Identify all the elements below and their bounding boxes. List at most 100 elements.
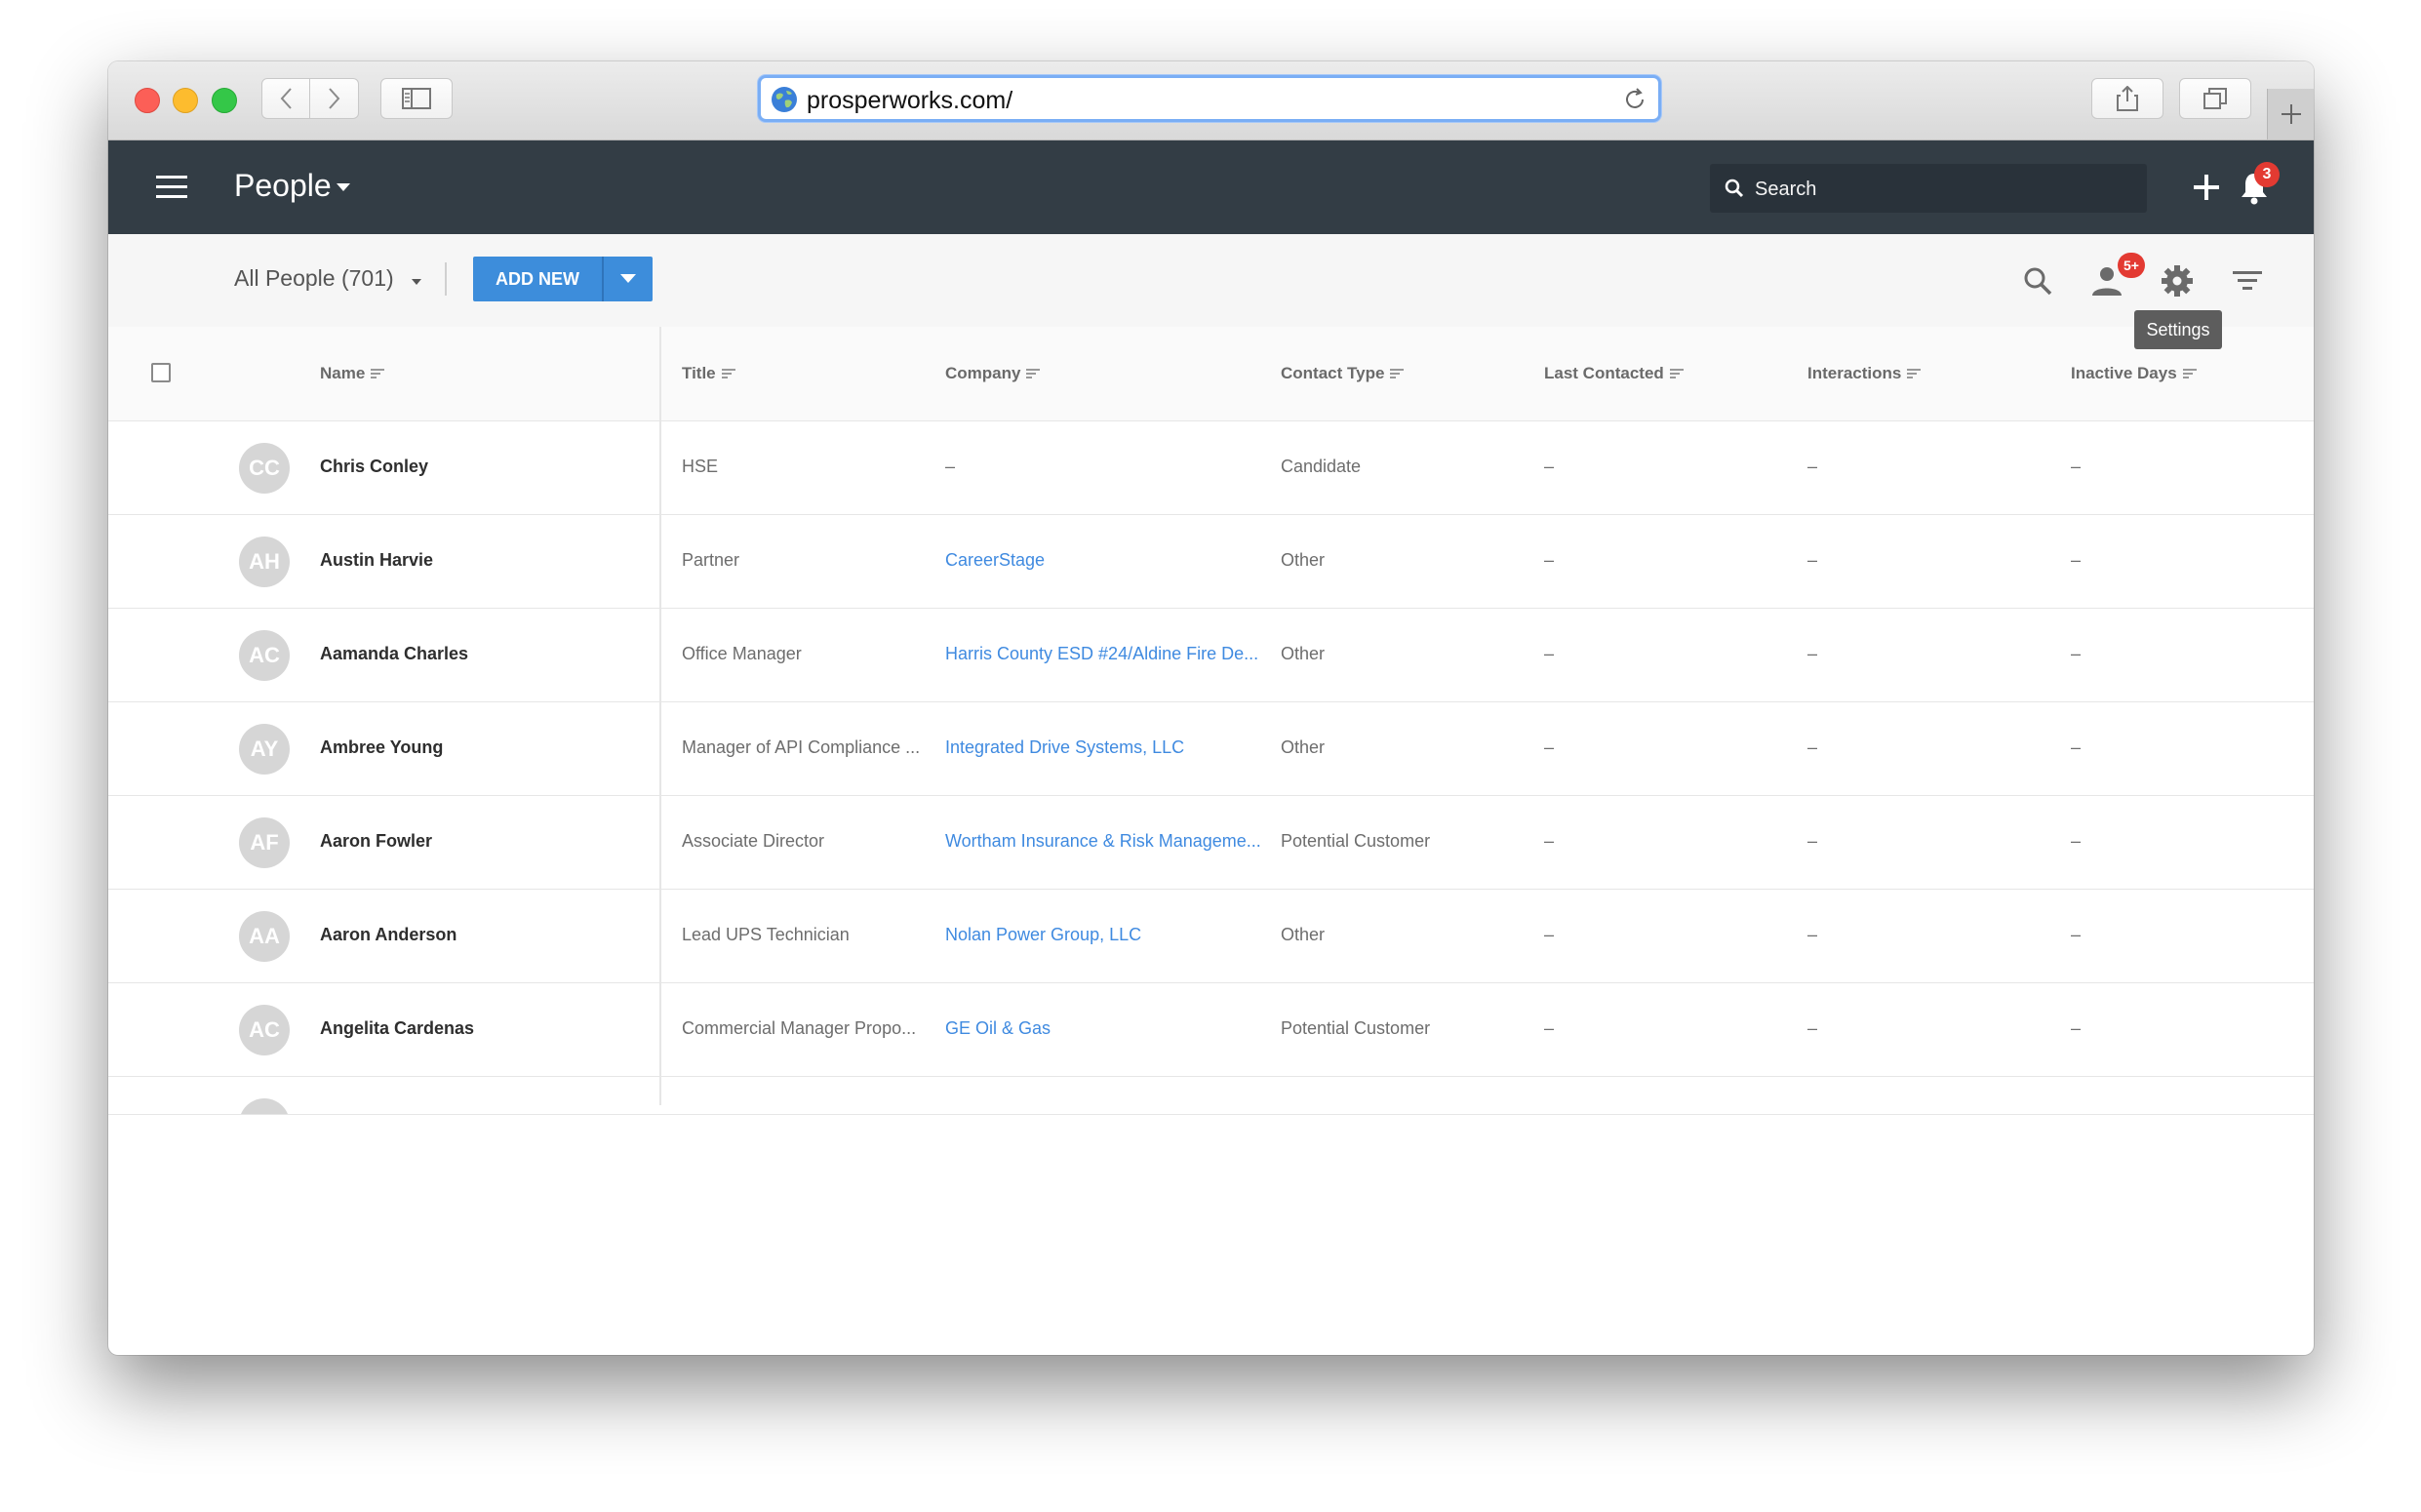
people-table: Name Title Company Contact Type Last Con… (108, 327, 2314, 1115)
sidebar-toggle-button[interactable] (380, 78, 453, 119)
table-row[interactable]: AC Angelita Cardenas Commercial Manager … (108, 983, 2314, 1077)
table-row[interactable]: AA Aaron Anderson Lead UPS Technician No… (108, 890, 2314, 983)
column-header-name[interactable]: Name (320, 364, 385, 383)
table-row[interactable]: CC Chris Conley HSE – Candidate – – – (108, 421, 2314, 515)
caret-down-icon (620, 274, 636, 283)
sidebar-icon (402, 88, 431, 109)
column-divider (659, 327, 661, 1105)
table-row[interactable]: AH Austin Harvie Partner CareerStage Oth… (108, 515, 2314, 609)
forward-button[interactable] (310, 78, 359, 119)
interactions: – (1807, 644, 1818, 663)
sort-icon (1669, 369, 1684, 378)
inactive-days: – (2071, 457, 2082, 476)
person-name[interactable]: Chris Conley (320, 457, 428, 477)
app-header: People 3 (108, 140, 2314, 234)
company-link[interactable]: Nolan Power Group, LLC (945, 925, 1141, 945)
last-contacted: – (1544, 1018, 1555, 1038)
person-name[interactable]: Austin Harvie (320, 550, 433, 571)
avatar: AA (239, 911, 290, 962)
menu-icon[interactable] (156, 173, 187, 202)
add-new-button[interactable]: ADD NEW (473, 257, 653, 301)
column-header-last-contacted[interactable]: Last Contacted (1544, 364, 1684, 383)
inactive-days: – (2071, 644, 2082, 663)
person-name[interactable]: Ambree Young (320, 737, 443, 758)
browser-toolbar: prosperworks.com/ (108, 61, 2314, 140)
inactive-days: – (2071, 1018, 2082, 1038)
zoom-window-button[interactable] (212, 88, 237, 113)
search-icon[interactable] (2020, 263, 2055, 298)
global-search[interactable] (1710, 164, 2147, 215)
sort-icon (1907, 369, 1922, 378)
address-bar[interactable]: prosperworks.com/ (758, 75, 1661, 122)
interactions: – (1807, 457, 1818, 476)
company-link[interactable]: GE Oil & Gas (945, 1018, 1051, 1039)
share-icon (2117, 86, 2138, 111)
contact-type: Other (1281, 550, 1326, 570)
sort-icon (1026, 369, 1041, 378)
list-toolbar: All People (701) ADD NEW 5+ (108, 234, 2314, 328)
person-title: HSE (682, 457, 719, 476)
share-button[interactable] (2091, 78, 2163, 119)
minimize-window-button[interactable] (173, 88, 198, 113)
column-header-inactive-days[interactable]: Inactive Days (2071, 364, 2197, 383)
sort-icon (721, 369, 735, 378)
person-name[interactable]: Angelita Cardenas (320, 1018, 474, 1039)
inactive-days: – (2071, 737, 2082, 757)
table-row-partial[interactable] (108, 1077, 2314, 1115)
company-link[interactable]: CareerStage (945, 550, 1045, 571)
person-title: Manager of API Compliance ... (682, 737, 921, 757)
select-all-checkbox[interactable] (151, 363, 171, 382)
table-row[interactable]: AC Aamanda Charles Office Manager Harris… (108, 609, 2314, 702)
caret-down-icon[interactable] (412, 279, 421, 286)
last-contacted: – (1544, 550, 1555, 570)
back-button[interactable] (261, 78, 310, 119)
last-contacted: – (1544, 644, 1555, 663)
tabs-icon (2203, 88, 2227, 109)
page-title[interactable]: People (234, 168, 332, 204)
sort-icon (1390, 369, 1405, 378)
show-tabs-button[interactable] (2179, 78, 2251, 119)
person-title: Partner (682, 550, 740, 570)
search-icon (1725, 179, 1744, 198)
column-header-company[interactable]: Company (945, 364, 1041, 383)
new-tab-button[interactable] (2267, 89, 2314, 139)
interactions: – (1807, 737, 1818, 757)
company-link[interactable]: Integrated Drive Systems, LLC (945, 737, 1184, 758)
search-input[interactable] (1753, 164, 2137, 215)
contact-type: Potential Customer (1281, 1018, 1431, 1038)
plus-icon (2282, 104, 2301, 124)
notification-badge: 3 (2254, 162, 2280, 187)
column-header-contact-type[interactable]: Contact Type (1281, 364, 1405, 383)
add-icon[interactable] (2191, 172, 2222, 203)
interactions: – (1807, 550, 1818, 570)
view-selector[interactable]: All People (701) (234, 265, 394, 292)
filter-icon[interactable] (2230, 263, 2265, 298)
inactive-days: – (2071, 831, 2082, 851)
table-header: Name Title Company Contact Type Last Con… (108, 327, 2314, 421)
person-name[interactable]: Aamanda Charles (320, 644, 468, 664)
gear-icon[interactable] (2160, 263, 2195, 298)
close-window-button[interactable] (135, 88, 160, 113)
table-row[interactable]: AF Aaron Fowler Associate Director Worth… (108, 796, 2314, 890)
table-row[interactable]: AY Ambree Young Manager of API Complianc… (108, 702, 2314, 796)
person-title: Associate Director (682, 831, 825, 851)
add-new-dropdown[interactable] (604, 257, 653, 301)
avatar: AC (239, 630, 290, 681)
interactions: – (1807, 925, 1818, 944)
toolbar-divider (445, 262, 447, 296)
avatar: CC (239, 443, 290, 494)
browser-window: prosperworks.com/ People 3 All People (7… (108, 61, 2314, 1355)
company-link[interactable]: Harris County ESD #24/Aldine Fire De... (945, 644, 1258, 664)
avatar (239, 1098, 290, 1114)
caret-down-icon[interactable] (337, 183, 350, 193)
column-header-interactions[interactable]: Interactions (1807, 364, 1922, 383)
add-new-label[interactable]: ADD NEW (473, 257, 602, 301)
person-name[interactable]: Aaron Anderson (320, 925, 456, 945)
column-header-title[interactable]: Title (682, 364, 735, 383)
reload-icon[interactable] (1621, 86, 1648, 113)
interactions: – (1807, 831, 1818, 851)
inactive-days: – (2071, 550, 2082, 570)
company-link[interactable]: Wortham Insurance & Risk Manageme... (945, 831, 1261, 852)
person-name[interactable]: Aaron Fowler (320, 831, 432, 852)
avatar: AY (239, 724, 290, 775)
